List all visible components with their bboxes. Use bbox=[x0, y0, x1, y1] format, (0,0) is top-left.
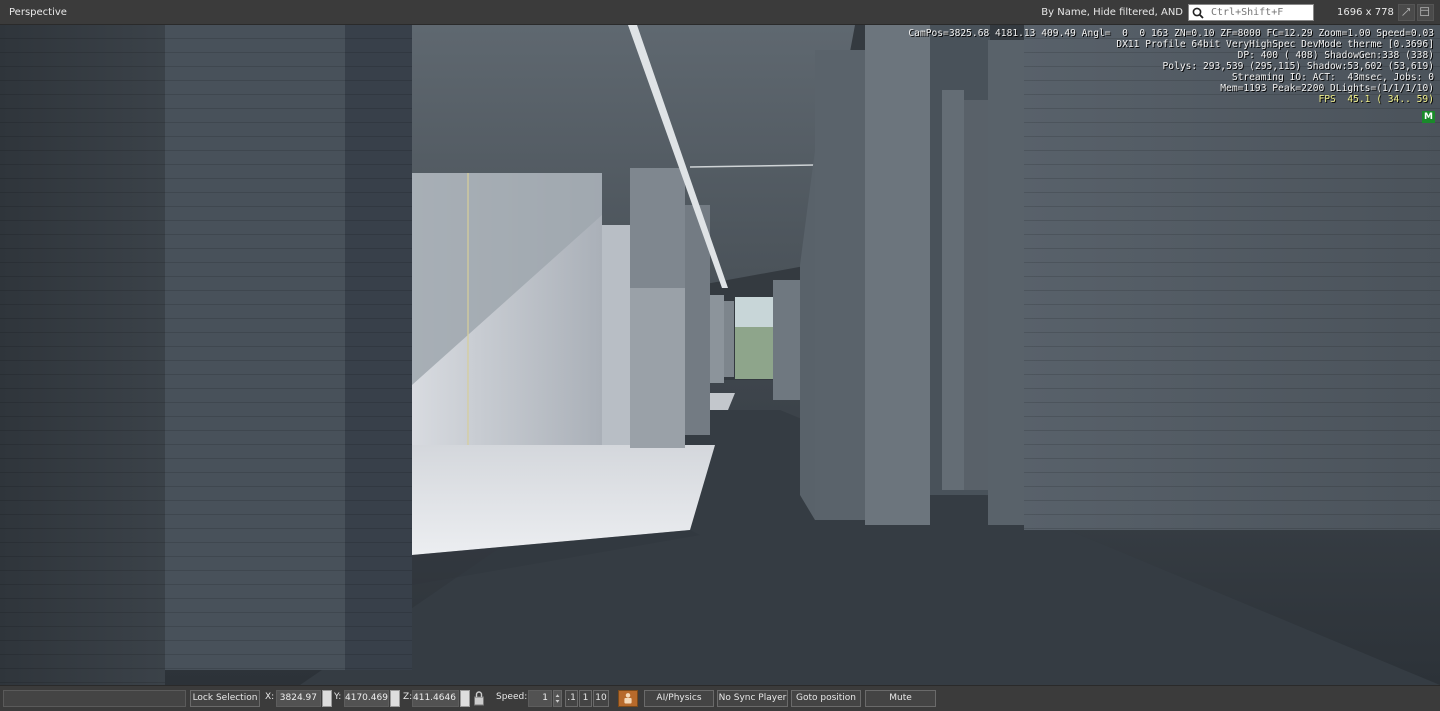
z-spinner[interactable] bbox=[460, 690, 470, 707]
goto-position-button[interactable]: Goto position bbox=[791, 690, 861, 707]
x-spinner[interactable] bbox=[322, 690, 332, 707]
debug-stats-overlay: CamPos=3825.68 4181.13 409.49 Angl= 0 0 … bbox=[908, 28, 1434, 105]
m-badge: M bbox=[1422, 111, 1435, 123]
x-label: X: bbox=[265, 692, 275, 702]
speed-preset-0.1-button[interactable]: .1 bbox=[565, 690, 578, 707]
lock-selection-button[interactable]: Lock Selection bbox=[190, 690, 260, 707]
mute-button[interactable]: Mute bbox=[865, 690, 936, 707]
speed-preset-1-button[interactable]: 1 bbox=[579, 690, 592, 707]
scene-render bbox=[0, 25, 1440, 685]
speed-preset-10-button[interactable]: 10 bbox=[593, 690, 609, 707]
stats-line: Polys: 293,539 (295,115) Shadow:53,602 (… bbox=[1162, 61, 1434, 72]
resolution-label: 1696 x 778 bbox=[1337, 7, 1394, 18]
z-label: Z: bbox=[403, 692, 413, 702]
x-coordinate-field[interactable]: 3824.97 bbox=[276, 690, 321, 707]
stats-line: Mem=1193 Peak=2200 DLights=(1/1/1/10) bbox=[1220, 83, 1434, 94]
fps-readout: FPS 45.1 ( 34.. 59) bbox=[1318, 94, 1434, 105]
no-sync-player-button[interactable]: No Sync Player bbox=[717, 690, 788, 707]
speed-field[interactable]: 1 bbox=[528, 690, 552, 707]
y-label: Y: bbox=[334, 692, 342, 702]
viewport-title[interactable]: Perspective bbox=[9, 7, 67, 18]
stats-line: DX11 Profile 64bit VeryHighSpec DevMode … bbox=[1116, 39, 1434, 50]
lock-icon[interactable] bbox=[473, 690, 485, 707]
status-bar: Lock Selection X: 3824.97 Y: 4170.469 Z:… bbox=[0, 685, 1440, 711]
filter-mode-label[interactable]: By Name, Hide filtered, AND bbox=[1041, 7, 1183, 18]
stats-line: Streaming IO: ACT: 43msec, Jobs: 0 bbox=[1231, 72, 1434, 83]
viewport-options-button[interactable] bbox=[1398, 4, 1415, 21]
z-coordinate-field[interactable]: 411.4646 bbox=[412, 690, 459, 707]
search-input[interactable] bbox=[1211, 5, 1311, 20]
person-icon[interactable] bbox=[618, 690, 638, 707]
speed-spinner[interactable] bbox=[553, 690, 562, 707]
ai-physics-button[interactable]: AI/Physics bbox=[644, 690, 714, 707]
search-icon bbox=[1192, 7, 1204, 19]
y-coordinate-field[interactable]: 4170.469 bbox=[344, 690, 389, 707]
search-box[interactable] bbox=[1188, 4, 1314, 21]
viewport-header: Perspective By Name, Hide filtered, AND … bbox=[0, 0, 1440, 25]
y-spinner[interactable] bbox=[390, 690, 400, 707]
status-field bbox=[3, 690, 186, 707]
stats-line: CamPos=3825.68 4181.13 409.49 Angl= 0 0 … bbox=[908, 28, 1434, 39]
maximize-viewport-button[interactable] bbox=[1417, 4, 1434, 21]
stats-line: DP: 400 ( 408) ShadowGen:338 (338) bbox=[1237, 50, 1434, 61]
3d-viewport[interactable]: CamPos=3825.68 4181.13 409.49 Angl= 0 0 … bbox=[0, 25, 1440, 685]
speed-label: Speed: bbox=[496, 692, 528, 702]
